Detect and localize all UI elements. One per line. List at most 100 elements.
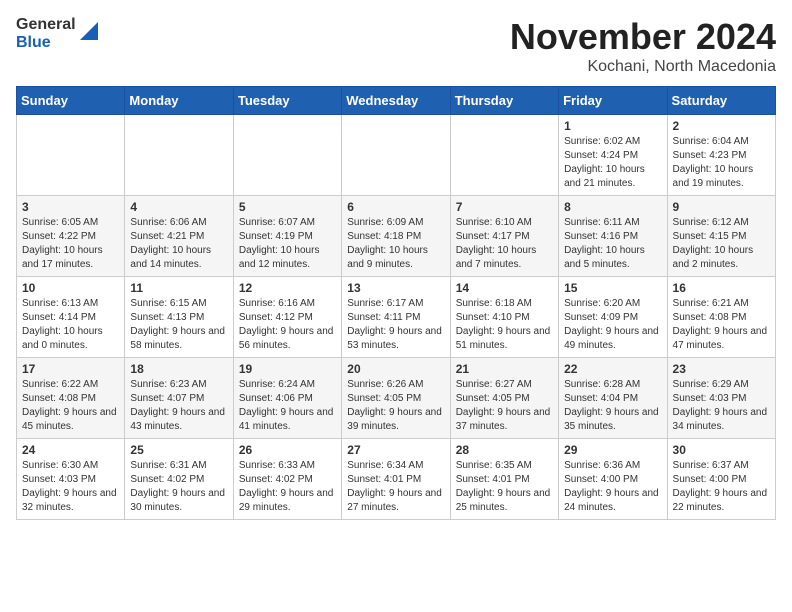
day-info: Sunrise: 6:18 AM Sunset: 4:10 PM Dayligh…	[456, 297, 553, 353]
calendar-cell: 26 Sunrise: 6:33 AM Sunset: 4:02 PM Dayli…	[233, 439, 341, 520]
calendar-cell: 15 Sunrise: 6:20 AM Sunset: 4:09 PM Dayli…	[559, 277, 667, 358]
day-number: 30	[673, 443, 770, 457]
calendar-cell: 3Sunrise: 6:05 AM Sunset: 4:22 PM Daylig…	[17, 196, 125, 277]
month-title: November 2024	[510, 16, 776, 58]
location-title: Kochani, North Macedonia	[510, 58, 776, 76]
day-number: 16	[673, 281, 770, 295]
calendar-cell: 14Sunrise: 6:18 AM Sunset: 4:10 PM Dayli…	[450, 277, 558, 358]
day-info: Sunrise: 6:17 AM Sunset: 4:11 PM Dayligh…	[347, 297, 444, 353]
day-info: Sunrise: 6:34 AM Sunset: 4:01 PM Dayligh…	[347, 459, 444, 515]
calendar-cell	[450, 115, 558, 196]
day-info: Sunrise: 6:04 AM Sunset: 4:23 PM Dayligh…	[673, 135, 770, 191]
calendar-cell: 18 Sunrise: 6:23 AM Sunset: 4:07 PM Dayli…	[125, 358, 233, 439]
calendar-cell: 11 Sunrise: 6:15 AM Sunset: 4:13 PM Dayli…	[125, 277, 233, 358]
calendar-cell: 5Sunrise: 6:07 AM Sunset: 4:19 PM Daylig…	[233, 196, 341, 277]
calendar-week-row: 1 Sunrise: 6:02 AM Sunset: 4:24 PM Daylig…	[17, 115, 776, 196]
weekday-header-monday: Monday	[125, 87, 233, 115]
day-number: 21	[456, 362, 553, 376]
day-info: Sunrise: 6:06 AM Sunset: 4:21 PM Dayligh…	[130, 216, 227, 272]
day-number: 18	[130, 362, 227, 376]
day-number: 19	[239, 362, 336, 376]
day-info: Sunrise: 6:07 AM Sunset: 4:19 PM Dayligh…	[239, 216, 336, 272]
day-info: Sunrise: 6:37 AM Sunset: 4:00 PM Dayligh…	[673, 459, 770, 515]
calendar-cell: 28 Sunrise: 6:35 AM Sunset: 4:01 PM Dayli…	[450, 439, 558, 520]
calendar-week-row: 17Sunrise: 6:22 AM Sunset: 4:08 PM Dayli…	[17, 358, 776, 439]
calendar-cell: 12Sunrise: 6:16 AM Sunset: 4:12 PM Dayli…	[233, 277, 341, 358]
weekday-header-tuesday: Tuesday	[233, 87, 341, 115]
day-info: Sunrise: 6:11 AM Sunset: 4:16 PM Dayligh…	[564, 216, 661, 272]
day-info: Sunrise: 6:21 AM Sunset: 4:08 PM Dayligh…	[673, 297, 770, 353]
logo-text-blue: Blue	[16, 34, 76, 52]
weekday-header-sunday: Sunday	[17, 87, 125, 115]
title-area: November 2024 Kochani, North Macedonia	[510, 16, 776, 76]
logo-text-general: General	[16, 16, 76, 34]
day-number: 29	[564, 443, 661, 457]
day-info: Sunrise: 6:36 AM Sunset: 4:00 PM Dayligh…	[564, 459, 661, 515]
day-number: 13	[347, 281, 444, 295]
day-number: 4	[130, 200, 227, 214]
calendar-cell	[125, 115, 233, 196]
calendar-cell: 6 Sunrise: 6:09 AM Sunset: 4:18 PM Daylig…	[342, 196, 450, 277]
day-number: 28	[456, 443, 553, 457]
calendar-cell: 19 Sunrise: 6:24 AM Sunset: 4:06 PM Dayli…	[233, 358, 341, 439]
day-number: 20	[347, 362, 444, 376]
calendar-week-row: 24 Sunrise: 6:30 AM Sunset: 4:03 PM Dayli…	[17, 439, 776, 520]
day-number: 7	[456, 200, 553, 214]
calendar-cell: 13 Sunrise: 6:17 AM Sunset: 4:11 PM Dayli…	[342, 277, 450, 358]
calendar-cell: 20 Sunrise: 6:26 AM Sunset: 4:05 PM Dayli…	[342, 358, 450, 439]
day-number: 10	[22, 281, 119, 295]
day-info: Sunrise: 6:12 AM Sunset: 4:15 PM Dayligh…	[673, 216, 770, 272]
day-info: Sunrise: 6:23 AM Sunset: 4:07 PM Dayligh…	[130, 378, 227, 434]
day-number: 23	[673, 362, 770, 376]
calendar-week-row: 3Sunrise: 6:05 AM Sunset: 4:22 PM Daylig…	[17, 196, 776, 277]
day-number: 12	[239, 281, 336, 295]
day-info: Sunrise: 6:33 AM Sunset: 4:02 PM Dayligh…	[239, 459, 336, 515]
weekday-header-wednesday: Wednesday	[342, 87, 450, 115]
day-number: 26	[239, 443, 336, 457]
page-header: GeneralBlue November 2024 Kochani, North…	[16, 16, 776, 76]
weekday-header-friday: Friday	[559, 87, 667, 115]
calendar-cell: 9Sunrise: 6:12 AM Sunset: 4:15 PM Daylig…	[667, 196, 775, 277]
day-info: Sunrise: 6:13 AM Sunset: 4:14 PM Dayligh…	[22, 297, 119, 353]
day-info: Sunrise: 6:31 AM Sunset: 4:02 PM Dayligh…	[130, 459, 227, 515]
day-info: Sunrise: 6:35 AM Sunset: 4:01 PM Dayligh…	[456, 459, 553, 515]
day-number: 2	[673, 119, 770, 133]
day-number: 3	[22, 200, 119, 214]
calendar-cell: 30 Sunrise: 6:37 AM Sunset: 4:00 PM Dayli…	[667, 439, 775, 520]
calendar-cell: 27Sunrise: 6:34 AM Sunset: 4:01 PM Dayli…	[342, 439, 450, 520]
day-info: Sunrise: 6:09 AM Sunset: 4:18 PM Dayligh…	[347, 216, 444, 272]
day-info: Sunrise: 6:27 AM Sunset: 4:05 PM Dayligh…	[456, 378, 553, 434]
calendar-cell: 29 Sunrise: 6:36 AM Sunset: 4:00 PM Dayli…	[559, 439, 667, 520]
calendar-cell: 23 Sunrise: 6:29 AM Sunset: 4:03 PM Dayli…	[667, 358, 775, 439]
day-number: 1	[564, 119, 661, 133]
calendar-cell: 24 Sunrise: 6:30 AM Sunset: 4:03 PM Dayli…	[17, 439, 125, 520]
day-info: Sunrise: 6:15 AM Sunset: 4:13 PM Dayligh…	[130, 297, 227, 353]
weekday-header-row: SundayMondayTuesdayWednesdayThursdayFrid…	[17, 87, 776, 115]
day-info: Sunrise: 6:30 AM Sunset: 4:03 PM Dayligh…	[22, 459, 119, 515]
day-info: Sunrise: 6:29 AM Sunset: 4:03 PM Dayligh…	[673, 378, 770, 434]
day-number: 24	[22, 443, 119, 457]
weekday-header-thursday: Thursday	[450, 87, 558, 115]
day-number: 15	[564, 281, 661, 295]
logo: GeneralBlue	[16, 16, 98, 51]
calendar-cell	[233, 115, 341, 196]
calendar-cell: 22Sunrise: 6:28 AM Sunset: 4:04 PM Dayli…	[559, 358, 667, 439]
day-info: Sunrise: 6:26 AM Sunset: 4:05 PM Dayligh…	[347, 378, 444, 434]
calendar-table: SundayMondayTuesdayWednesdayThursdayFrid…	[16, 86, 776, 520]
calendar-cell: 10 Sunrise: 6:13 AM Sunset: 4:14 PM Dayli…	[17, 277, 125, 358]
day-info: Sunrise: 6:10 AM Sunset: 4:17 PM Dayligh…	[456, 216, 553, 272]
logo-arrow-icon	[80, 22, 98, 45]
day-info: Sunrise: 6:24 AM Sunset: 4:06 PM Dayligh…	[239, 378, 336, 434]
day-info: Sunrise: 6:28 AM Sunset: 4:04 PM Dayligh…	[564, 378, 661, 434]
day-number: 8	[564, 200, 661, 214]
day-number: 17	[22, 362, 119, 376]
day-number: 11	[130, 281, 227, 295]
calendar-cell: 25Sunrise: 6:31 AM Sunset: 4:02 PM Dayli…	[125, 439, 233, 520]
calendar-cell: 16 Sunrise: 6:21 AM Sunset: 4:08 PM Dayli…	[667, 277, 775, 358]
day-info: Sunrise: 6:02 AM Sunset: 4:24 PM Dayligh…	[564, 135, 661, 191]
day-info: Sunrise: 6:20 AM Sunset: 4:09 PM Dayligh…	[564, 297, 661, 353]
day-number: 6	[347, 200, 444, 214]
weekday-header-saturday: Saturday	[667, 87, 775, 115]
calendar-cell: 17Sunrise: 6:22 AM Sunset: 4:08 PM Dayli…	[17, 358, 125, 439]
calendar-cell	[342, 115, 450, 196]
